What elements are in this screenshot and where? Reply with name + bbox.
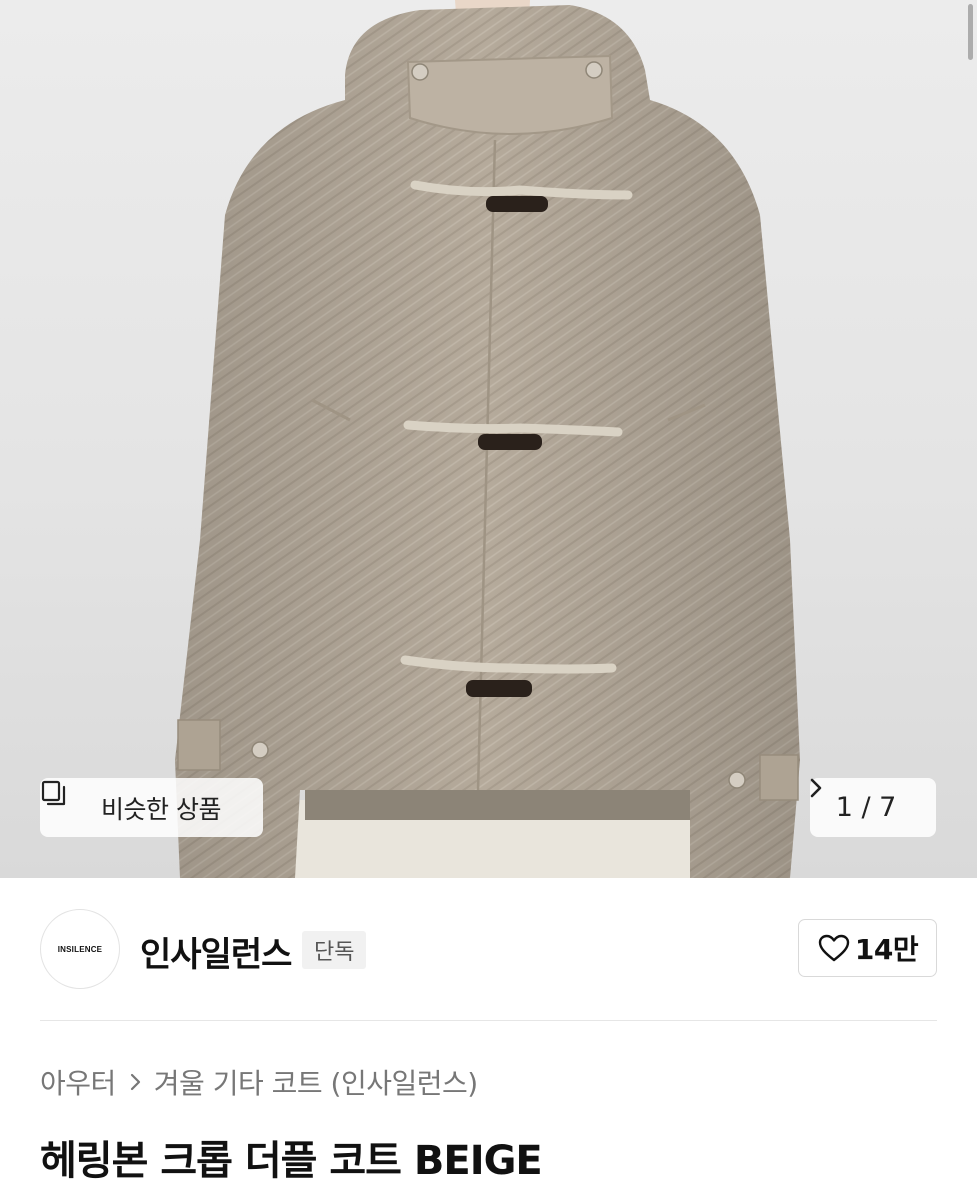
scroll-indicator[interactable] xyxy=(968,4,973,60)
brand-row: INSILENCE 인사일런스 단독 14만 xyxy=(0,878,977,1020)
breadcrumb: 아우터 겨울 기타 코트 (인사일런스) xyxy=(40,1062,478,1102)
brand-logo[interactable]: INSILENCE xyxy=(40,909,120,989)
image-page-indicator[interactable]: 1 / 7 xyxy=(810,778,936,837)
divider xyxy=(40,1020,937,1021)
similar-items-label: 비슷한 상품 xyxy=(101,794,221,824)
breadcrumb-item-category[interactable]: 겨울 기타 코트 (인사일런스) xyxy=(154,1062,478,1102)
like-button[interactable]: 14만 xyxy=(798,919,937,977)
brand-logo-text: INSILENCE xyxy=(57,944,103,954)
brand-name[interactable]: 인사일런스 xyxy=(140,927,292,976)
chevron-right-icon xyxy=(130,1072,142,1092)
product-title: 헤링본 크롭 더플 코트 BEIGE xyxy=(40,1138,543,1184)
heart-outline-icon xyxy=(817,933,851,963)
breadcrumb-item-outer[interactable]: 아우터 xyxy=(40,1062,116,1102)
image-page-counter: 1 / 7 xyxy=(835,792,897,823)
exclusive-badge: 단독 xyxy=(302,931,367,969)
product-photo xyxy=(175,0,800,878)
product-image-gallery[interactable]: 비슷한 상품 1 / 7 xyxy=(0,0,977,878)
similar-items-icon xyxy=(41,780,91,823)
like-count: 14만 xyxy=(854,933,919,966)
similar-items-button[interactable]: 비슷한 상품 xyxy=(40,778,263,837)
